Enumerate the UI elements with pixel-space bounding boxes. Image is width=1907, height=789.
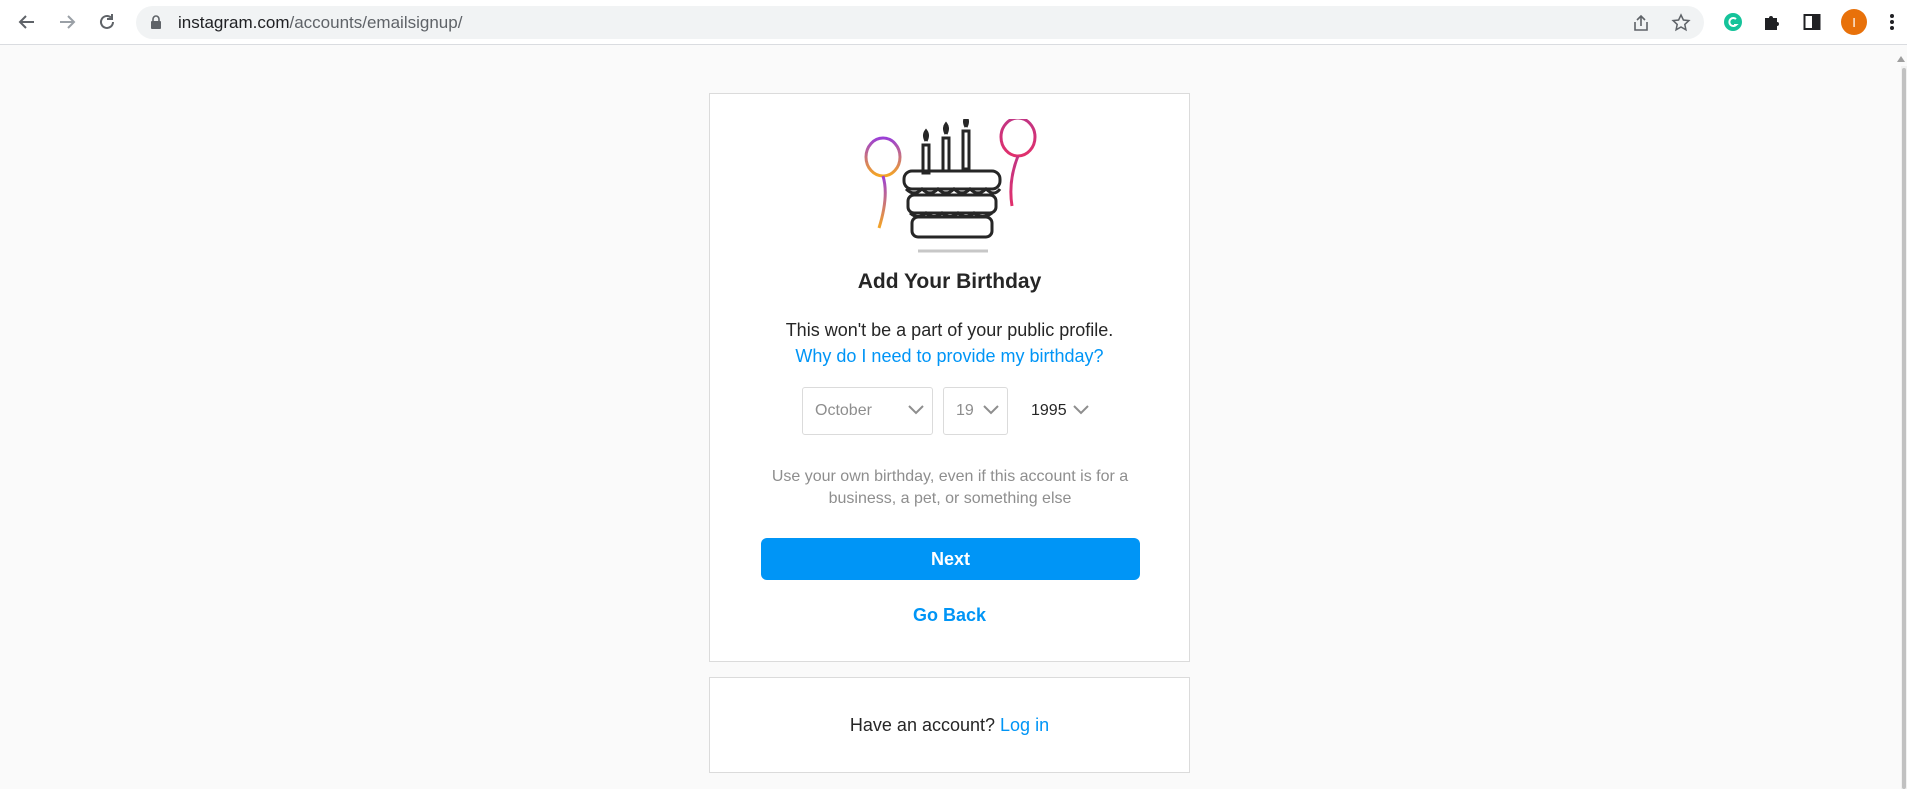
- chevron-down-icon: [983, 405, 999, 415]
- scroll-up-arrow[interactable]: [1897, 56, 1905, 62]
- forward-button[interactable]: [53, 8, 81, 36]
- login-card: Have an account? Log in: [709, 677, 1190, 773]
- chevron-down-icon: [1073, 405, 1089, 415]
- day-select[interactable]: 19: [943, 387, 1008, 435]
- month-select[interactable]: October: [802, 387, 933, 435]
- go-back-link[interactable]: Go Back: [710, 605, 1189, 626]
- reload-icon: [100, 14, 114, 29]
- scrollbar-thumb[interactable]: [1902, 68, 1906, 789]
- arrow-left-icon: [18, 15, 34, 29]
- why-birthday-link[interactable]: Why do I need to provide my birthday?: [710, 346, 1189, 367]
- reload-button[interactable]: [93, 8, 121, 36]
- candles-icon: [921, 119, 971, 175]
- birthday-card: Add Your Birthday This won't be a part o…: [709, 93, 1190, 662]
- year-value: 1995: [1031, 402, 1067, 419]
- next-button[interactable]: Next: [761, 538, 1140, 580]
- year-select[interactable]: 1995: [1018, 387, 1098, 435]
- login-prompt-row: Have an account? Log in: [710, 715, 1189, 736]
- url-host: instagram.com: [178, 13, 290, 32]
- day-value: 19: [956, 402, 974, 419]
- side-panel-icon[interactable]: [1800, 10, 1824, 34]
- login-link[interactable]: Log in: [1000, 715, 1049, 735]
- privacy-note: This won't be a part of your public prof…: [785, 320, 1114, 340]
- browser-toolbar: instagram.com/accounts/emailsignup/ I: [0, 0, 1907, 45]
- birthday-cake-illustration: [864, 119, 1037, 253]
- month-value: October: [815, 402, 872, 419]
- url-path: /accounts/emailsignup/: [289, 13, 463, 32]
- share-icon[interactable]: [1631, 13, 1651, 33]
- arrow-right-icon: [60, 15, 76, 29]
- grammarly-extension-icon[interactable]: [1721, 10, 1745, 34]
- cake-icon: [902, 169, 1002, 239]
- bookmark-star-icon[interactable]: [1671, 13, 1691, 33]
- kebab-menu-icon[interactable]: [1880, 10, 1904, 34]
- birthday-hint: Use your own birthday, even if this acco…: [771, 468, 1129, 507]
- balloon-right-icon: [999, 119, 1037, 158]
- address-bar[interactable]: instagram.com/accounts/emailsignup/: [136, 6, 1704, 39]
- page-title: Add Your Birthday: [857, 270, 1042, 293]
- lock-icon: [151, 15, 161, 29]
- puzzle-extensions-icon[interactable]: [1760, 10, 1784, 34]
- login-prompt: Have an account?: [849, 715, 996, 735]
- profile-avatar[interactable]: I: [1841, 9, 1867, 35]
- balloon-left-icon: [864, 136, 902, 178]
- chevron-down-icon: [908, 405, 924, 415]
- back-button[interactable]: [13, 8, 41, 36]
- url-text: instagram.com/accounts/emailsignup/: [178, 13, 462, 33]
